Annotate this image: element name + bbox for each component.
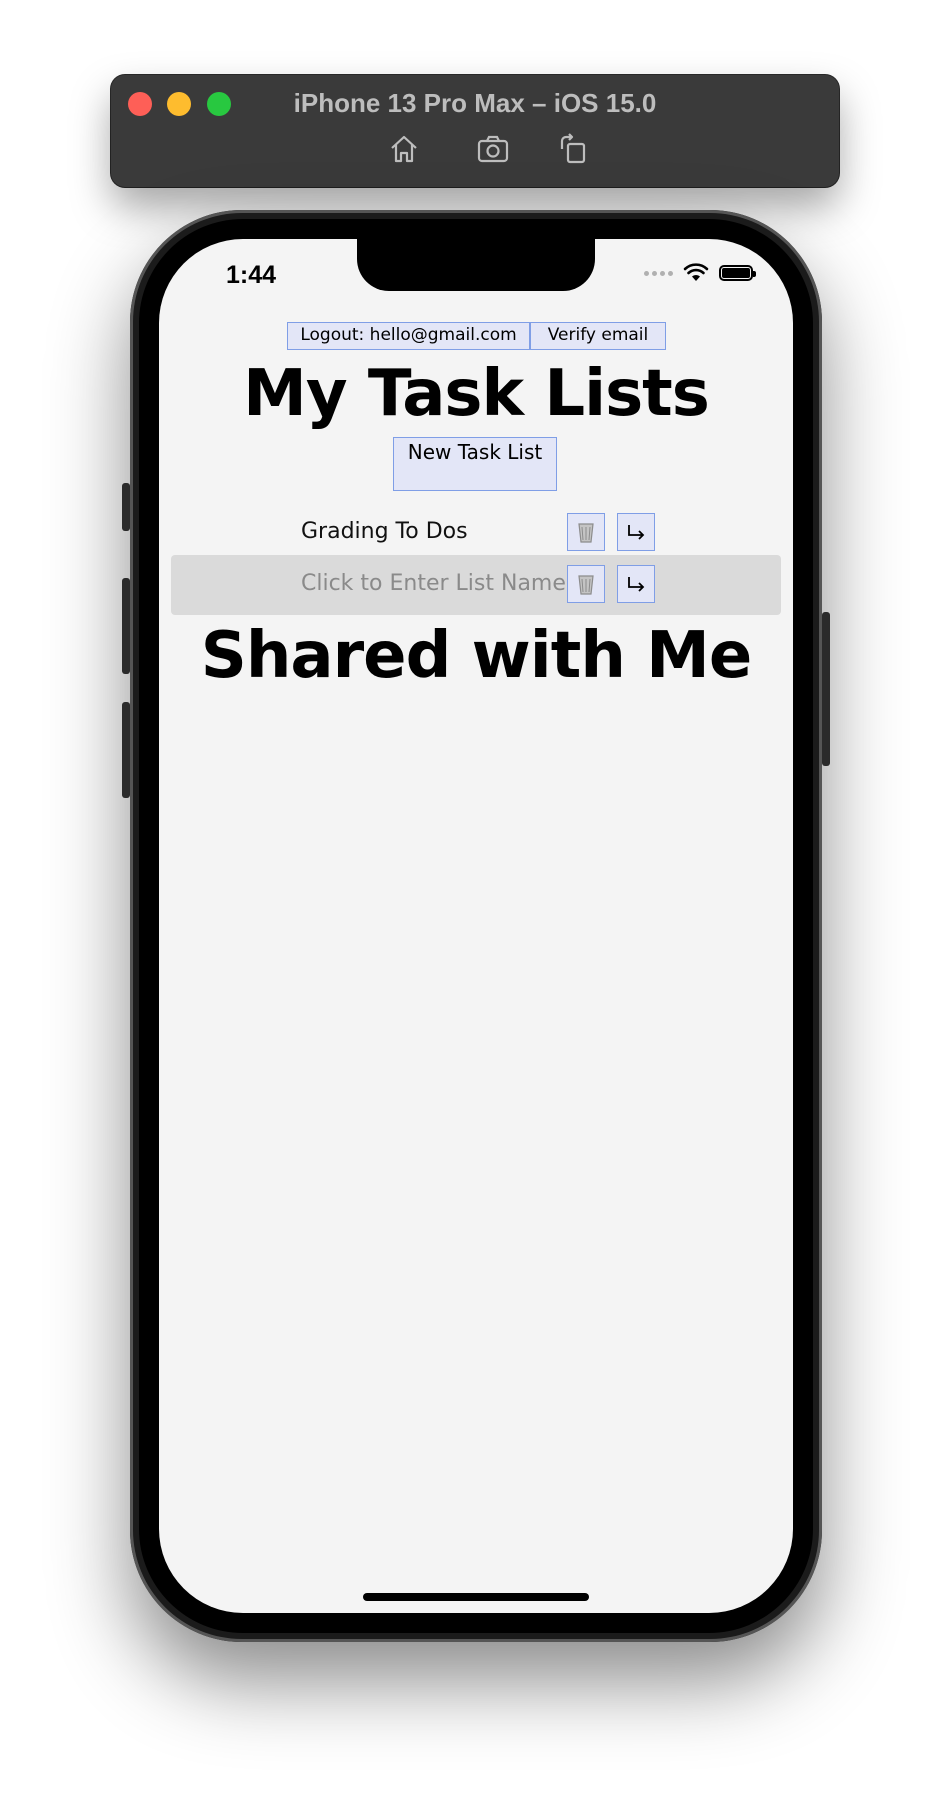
status-time: 1:44 [226, 261, 277, 289]
simulator-title: iPhone 13 Pro Max – iOS 15.0 [293, 88, 657, 118]
power-button [822, 612, 830, 766]
my-task-lists-title: My Task Lists [243, 357, 710, 431]
volume-up-button [122, 578, 130, 674]
notch [357, 239, 595, 291]
list-name[interactable]: Grading To Dos [301, 519, 468, 544]
screenshot-icon[interactable] [475, 131, 511, 167]
simulator-toolbar: iPhone 13 Pro Max – iOS 15.0 [111, 75, 839, 187]
list-item[interactable]: Grading To Dos [171, 503, 781, 563]
delete-list-button[interactable] [567, 513, 605, 551]
list-item[interactable]: Click to Enter List Name [171, 555, 781, 615]
cellular-signal-icon [644, 270, 673, 276]
list-name-input[interactable]: Click to Enter List Name [301, 571, 566, 596]
logout-button[interactable]: Logout: hello@gmail.com [287, 322, 530, 350]
home-indicator[interactable] [363, 1593, 589, 1601]
battery-icon [719, 265, 756, 281]
rotate-icon[interactable] [554, 131, 590, 167]
trash-icon [578, 523, 594, 543]
verify-email-button[interactable]: Verify email [530, 322, 666, 350]
shared-with-me-title: Shared with Me [200, 619, 753, 693]
home-icon[interactable] [386, 131, 422, 167]
arrow-turn-right-icon [628, 525, 645, 540]
delete-list-button[interactable] [567, 565, 605, 603]
silent-switch [122, 483, 130, 531]
trash-icon [578, 575, 594, 595]
new-task-list-button[interactable]: New Task List [393, 437, 557, 491]
wifi-icon [683, 263, 709, 281]
status-indicators [644, 263, 756, 283]
open-list-button[interactable] [617, 513, 655, 551]
arrow-turn-right-icon [628, 577, 645, 592]
device-screen: 1:44 Logout: hello@gmail.com Verify emai… [159, 239, 793, 1613]
volume-down-button [122, 702, 130, 798]
open-list-button[interactable] [617, 565, 655, 603]
